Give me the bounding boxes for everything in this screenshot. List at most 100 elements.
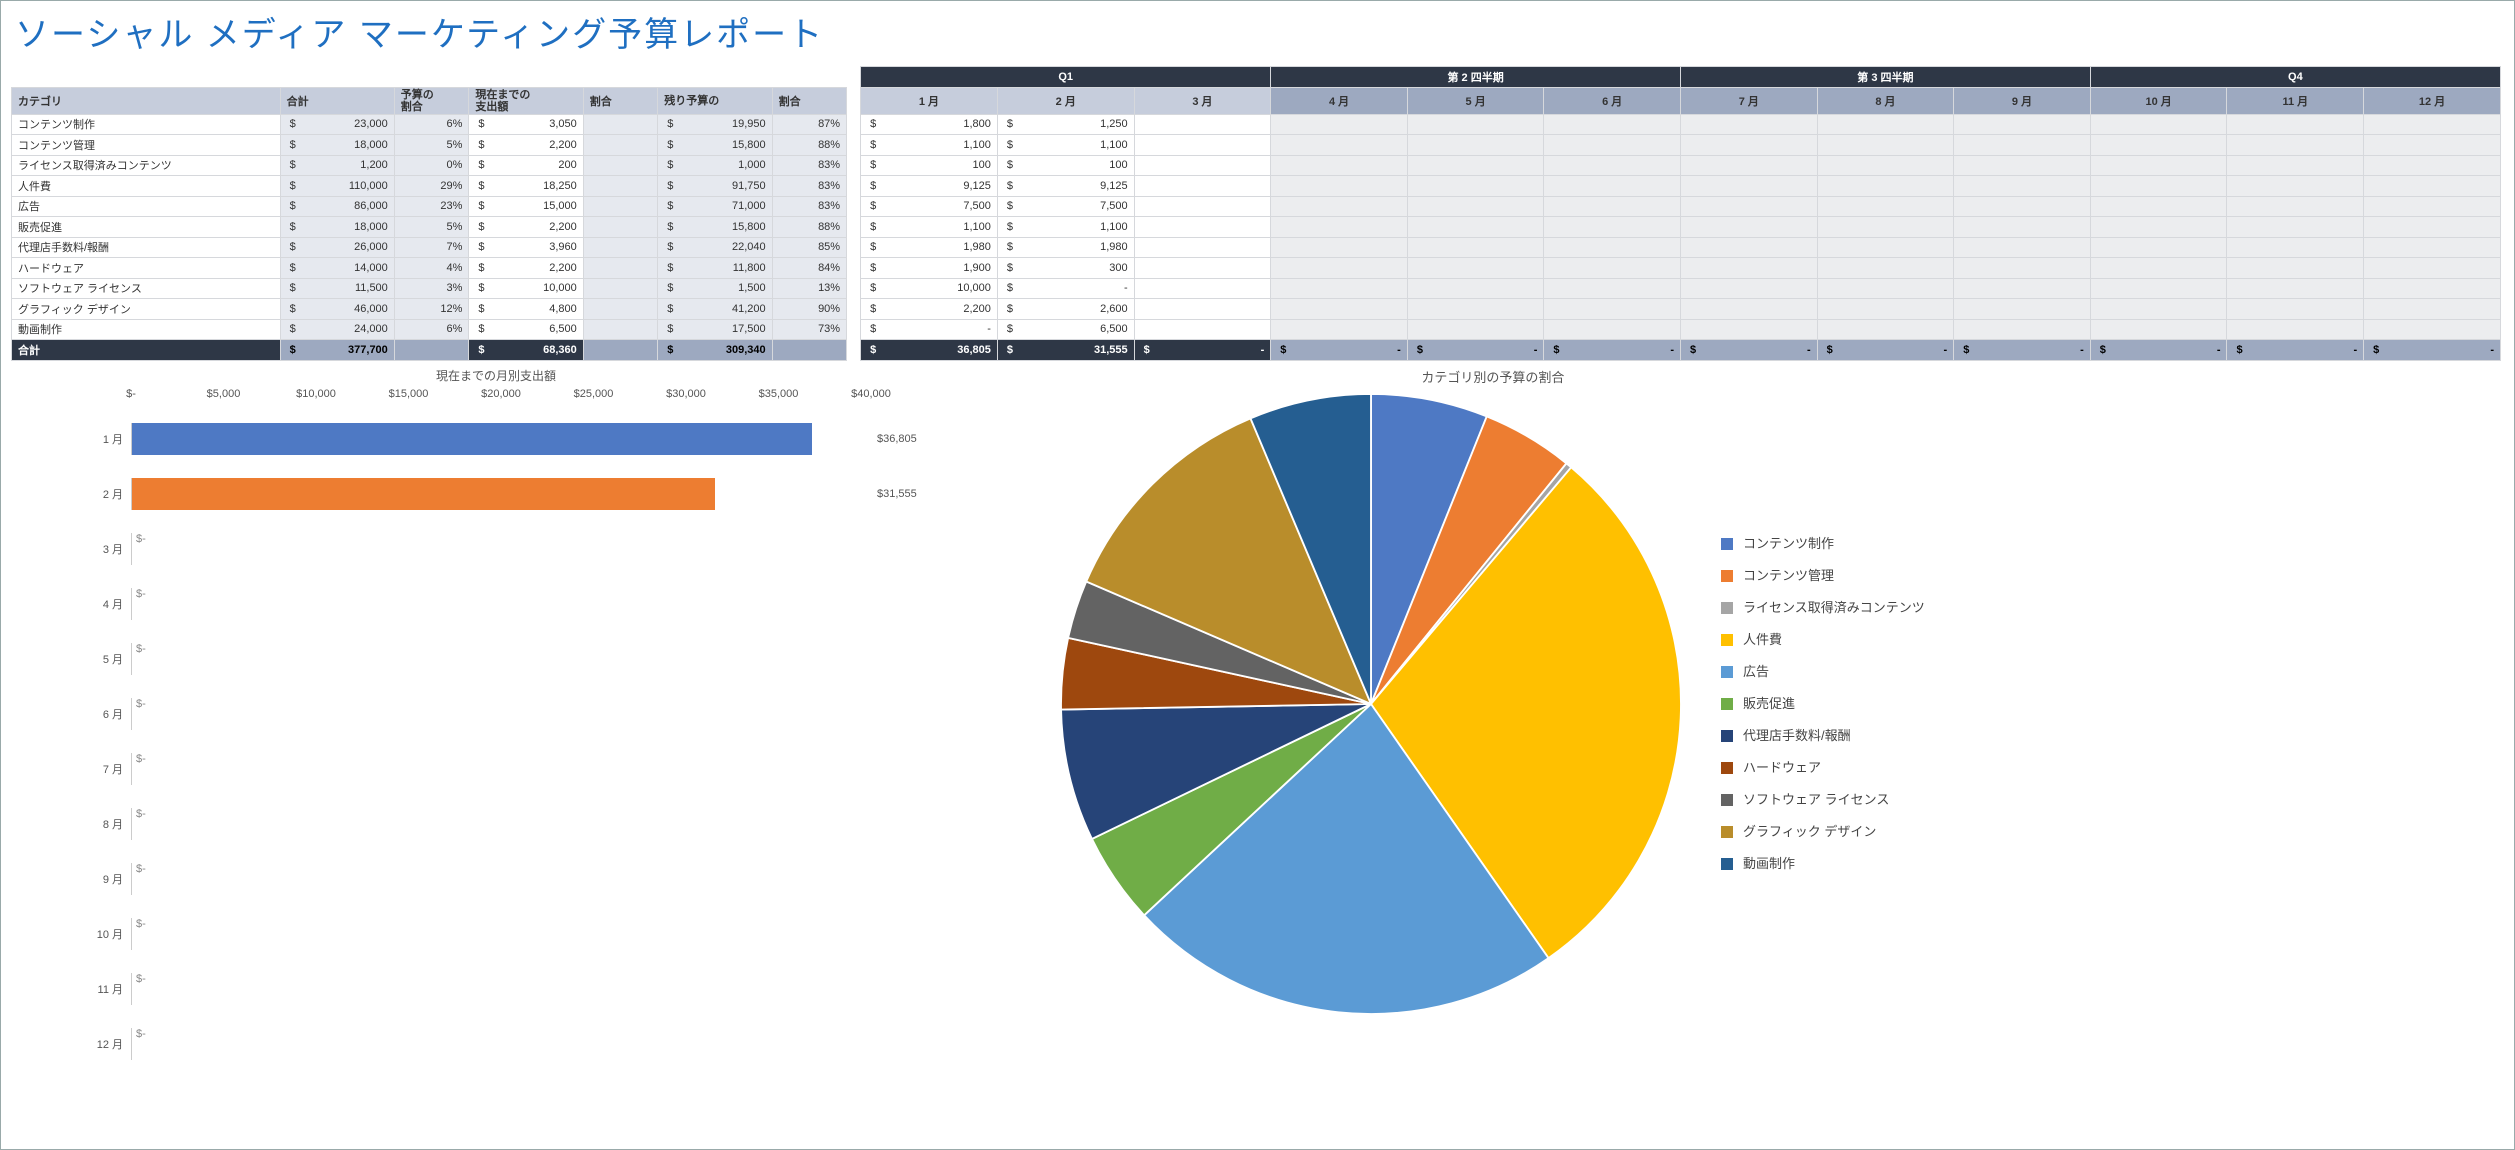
cell-month [1954,196,2091,217]
bar-zero-label: $- [136,918,146,930]
cell-remaining-pct: 85% [772,237,846,258]
bar-row-label: 12 月 [81,1036,131,1052]
cell-month [1954,319,2091,340]
cell-month [1681,217,1818,238]
cell-month: $100 [997,155,1134,176]
cell-month [1271,176,1408,197]
legend-label: 代理店手数料/報酬 [1743,720,1851,752]
cell-remaining: $41,200 [658,299,772,320]
bar-zero-label: $- [136,698,146,710]
cell-month [1817,217,1954,238]
legend-label: ライセンス取得済みコンテンツ [1743,592,1925,624]
cell-spent: $2,200 [469,258,583,279]
col-percent-of-budget: 予算の割合 [394,87,469,114]
cell-month [1817,114,1954,135]
bar-row: 7 月$- [81,742,981,797]
cell-month [1134,176,1271,197]
bar-axis-tick: $35,000 [759,388,799,400]
cell-total: $14,000 [280,258,394,279]
pie-chart-svg [1061,394,1681,1014]
bar-row-label: 5 月 [81,651,131,667]
legend-label: ハードウェア [1743,752,1821,784]
cell-month [1954,278,2091,299]
cell-month [1681,278,1818,299]
cell-month [1817,319,1954,340]
total-remaining: $309,340 [658,340,772,361]
cell-total: $110,000 [280,176,394,197]
legend-swatch [1721,538,1733,550]
cell-month [1954,258,2091,279]
cell-remaining-pct: 83% [772,176,846,197]
quarter-q3: 第 3 四半期 [1681,67,2091,88]
cell-remaining-pct: 73% [772,319,846,340]
bar-row: 1 月$36,805 [81,412,981,467]
cell-month [1544,278,1681,299]
cell-month: $9,125 [997,176,1134,197]
cell-month [1954,155,2091,176]
legend-swatch [1721,730,1733,742]
quarter-header-row: Q1 第 2 四半期 第 3 四半期 Q4 [12,67,2501,88]
cell-month [1681,135,1818,156]
col-month-12: 12 月 [2364,87,2501,114]
cell-percent [583,319,657,340]
col-remaining-pct: 割合 [772,87,846,114]
table-row: 代理店手数料/報酬$26,0007%$3,960$22,04085%$1,980… [12,237,2501,258]
col-category: カテゴリ [12,87,281,114]
cell-spent: $3,050 [469,114,583,135]
total-month: $- [1544,340,1681,361]
cell-category: 広告 [12,196,281,217]
total-total: $377,700 [280,340,394,361]
legend-label: ソフトウェア ライセンス [1743,784,1889,816]
col-remaining: 残り予算の [658,87,772,114]
cell-month [1271,135,1408,156]
legend-swatch [1721,858,1733,870]
table-row: グラフィック デザイン$46,00012%$4,800$41,20090%$2,… [12,299,2501,320]
cell-remaining: $91,750 [658,176,772,197]
table-row: コンテンツ管理$18,0005%$2,200$15,80088%$1,100$1… [12,135,2501,156]
cell-month: $10,000 [861,278,998,299]
legend-label: 広告 [1743,656,1769,688]
cell-month [1271,278,1408,299]
legend-item: 販売促進 [1721,688,1925,720]
bar-row-label: 11 月 [81,981,131,997]
cell-month [1681,155,1818,176]
cell-month [1134,196,1271,217]
cell-total: $86,000 [280,196,394,217]
cell-percent [583,217,657,238]
col-month-10: 10 月 [2090,87,2227,114]
cell-spent: $10,000 [469,278,583,299]
cell-remaining-pct: 83% [772,155,846,176]
cell-percent [583,155,657,176]
bar-zero-label: $- [136,643,146,655]
legend-item: 代理店手数料/報酬 [1721,720,1925,752]
cell-month [2364,278,2501,299]
cell-remaining: $11,800 [658,258,772,279]
bar-zero-label: $- [136,808,146,820]
cell-month [1817,135,1954,156]
bar-zero-label: $- [136,753,146,765]
table-row: 動画制作$24,0006%$6,500$17,50073%$-$6,500 [12,319,2501,340]
col-month-2: 2 月 [997,87,1134,114]
cell-category: ライセンス取得済みコンテンツ [12,155,281,176]
cell-month [2227,217,2364,238]
cell-month [2227,176,2364,197]
cell-total: $26,000 [280,237,394,258]
cell-spent: $200 [469,155,583,176]
cell-month [1954,299,2091,320]
cell-month [1544,114,1681,135]
cell-month [1407,258,1544,279]
bar-row: 6 月$- [81,687,981,742]
cell-month [1271,196,1408,217]
legend-swatch [1721,794,1733,806]
cell-month [1134,319,1271,340]
cell-remaining: $17,500 [658,319,772,340]
total-month: $- [2090,340,2227,361]
cell-month [2090,258,2227,279]
cell-month: $1,800 [861,114,998,135]
table-total-row: 合計$377,700$68,360$309,340$36,805$31,555$… [12,340,2501,361]
cell-category: 代理店手数料/報酬 [12,237,281,258]
bar-row-label: 10 月 [81,926,131,942]
total-month: $- [2364,340,2501,361]
col-month-5: 5 月 [1407,87,1544,114]
cell-spent: $6,500 [469,319,583,340]
